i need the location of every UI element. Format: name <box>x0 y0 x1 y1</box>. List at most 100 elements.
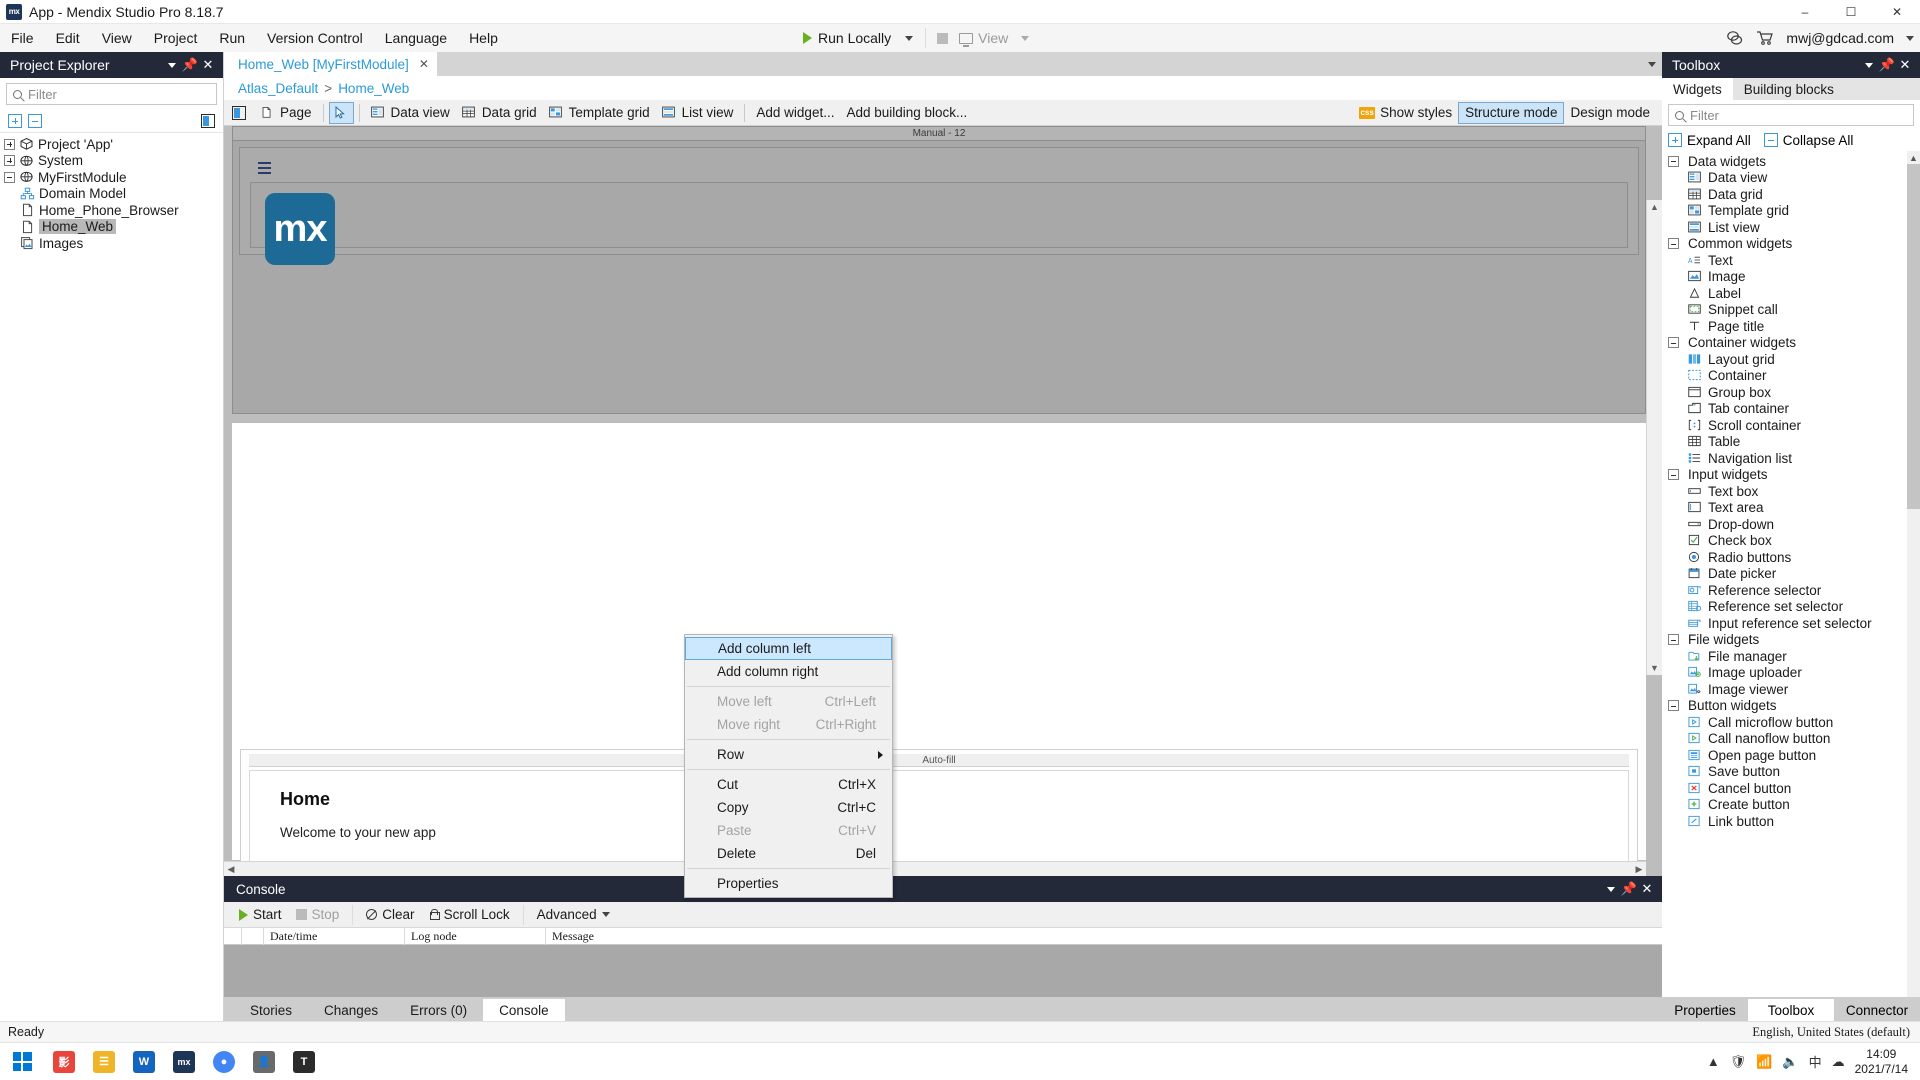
toolbox-filter-input[interactable]: Filter <box>1668 104 1914 126</box>
shopping-cart-icon[interactable] <box>1756 30 1774 46</box>
canvas-horizontal-scrollbar[interactable]: ◀ ▶ <box>224 861 1646 876</box>
breadcrumb-atlas-default[interactable]: Atlas_Default <box>238 81 318 96</box>
toolbox-item-radio-buttons[interactable]: Radio buttons <box>1662 549 1920 566</box>
volume-icon[interactable]: 🔈 <box>1782 1054 1798 1070</box>
toolbox-group-data-widgets[interactable]: Data widgets <box>1662 153 1920 170</box>
ctx-add-column-right[interactable]: Add column right <box>685 660 892 683</box>
toolbox-item-open-page-button[interactable]: Open page button <box>1662 747 1920 764</box>
toolbox-item-image-uploader[interactable]: Image uploader <box>1662 665 1920 682</box>
panel-pin-button[interactable]: 📌 <box>181 55 199 75</box>
collapse-toggle-icon[interactable] <box>1668 156 1679 167</box>
tree-item-home-phone-browser[interactable]: Home_Phone_Browser <box>0 202 223 219</box>
toolbox-item-page-title[interactable]: Page title <box>1662 318 1920 335</box>
taskbar-mendix-app[interactable]: mx <box>164 1043 204 1080</box>
expand-toggle-icon[interactable] <box>4 155 15 166</box>
toolbox-item-input-reference-set-selector[interactable]: Input reference set selector <box>1662 615 1920 632</box>
console-col-datetime[interactable]: Date/time <box>264 928 405 945</box>
toolbox-group-file-widgets[interactable]: File widgets <box>1662 632 1920 649</box>
panel-close-button[interactable]: ✕ <box>1896 55 1914 75</box>
toolbox-widget-list[interactable]: Data widgets Data view Data grid Templat… <box>1662 151 1920 1021</box>
menu-version-control[interactable]: Version Control <box>256 24 374 52</box>
close-button[interactable]: ✕ <box>1874 0 1920 24</box>
tree-item-domain-model[interactable]: Domain Model <box>0 186 223 203</box>
collapse-toggle-icon[interactable] <box>1668 337 1679 348</box>
panel-pin-button[interactable]: 📌 <box>1878 55 1896 75</box>
menu-file[interactable]: File <box>0 24 45 52</box>
taskbar-media-app[interactable]: 影 <box>44 1043 84 1080</box>
console-clear-button[interactable]: Clear <box>359 904 421 926</box>
toolbox-group-button-widgets[interactable]: Button widgets <box>1662 698 1920 715</box>
menu-project[interactable]: Project <box>143 24 209 52</box>
ctx-properties[interactable]: Properties <box>685 872 892 895</box>
tab-widgets[interactable]: Widgets <box>1662 78 1733 100</box>
toolbox-item-text[interactable]: A Text <box>1662 252 1920 269</box>
menu-edit[interactable]: Edit <box>45 24 91 52</box>
toolbox-item-scroll-container[interactable]: Scroll container <box>1662 417 1920 434</box>
canvas-vertical-scrollbar[interactable]: ▲ ▼ <box>1646 200 1662 675</box>
dock-panel-icon[interactable] <box>201 114 215 128</box>
toolbox-item-label[interactable]: Label <box>1662 285 1920 302</box>
grid-column-body[interactable]: Home Welcome to your new app <box>249 770 1629 863</box>
expand-all-button[interactable]: Expand All <box>1668 133 1751 148</box>
account-email[interactable]: mwj@gdcad.com <box>1786 30 1894 46</box>
menu-language[interactable]: Language <box>374 24 458 52</box>
menu-run[interactable]: Run <box>208 24 256 52</box>
breadcrumb-home-web[interactable]: Home_Web <box>338 81 409 96</box>
network-icon[interactable]: 📶 <box>1756 1054 1772 1070</box>
tab-errors[interactable]: Errors (0) <box>394 999 483 1021</box>
toolbox-item-list-view[interactable]: List view <box>1662 219 1920 236</box>
header-container[interactable]: mx <box>239 147 1639 255</box>
page-canvas[interactable]: Manual - 12 mx Auto-fill Home <box>224 126 1662 876</box>
taskbar-clock[interactable]: 14:09 2021/7/14 <box>1855 1047 1908 1077</box>
toolbox-scrollbar[interactable]: ▲ ▼ <box>1907 151 1920 1021</box>
layout-region[interactable]: Manual - 12 mx <box>232 126 1646 414</box>
toolbox-item-tab-container[interactable]: Tab container <box>1662 401 1920 418</box>
taskbar-file-explorer[interactable]: ☰ <box>84 1043 124 1080</box>
cloud-icon[interactable]: ☁ <box>1832 1054 1845 1070</box>
scroll-right-icon[interactable]: ▶ <box>1632 862 1646 876</box>
run-locally-button[interactable]: Run Locally <box>795 26 899 50</box>
toolbox-item-file-manager[interactable]: File manager <box>1662 648 1920 665</box>
ctx-copy[interactable]: Copy Ctrl+C <box>685 796 892 819</box>
tab-properties[interactable]: Properties <box>1662 999 1748 1021</box>
dock-panel-icon[interactable] <box>232 106 246 120</box>
tree-item-system[interactable]: System <box>0 153 223 170</box>
close-icon[interactable]: ✕ <box>419 57 429 71</box>
panel-close-button[interactable]: ✕ <box>199 55 217 75</box>
add-data-grid-button[interactable]: Data grid <box>456 102 543 124</box>
tabstrip-dropdown-button[interactable] <box>1642 52 1662 76</box>
tree-item-myfirstmodule[interactable]: MyFirstModule <box>0 169 223 186</box>
panel-menu-button[interactable] <box>163 55 181 75</box>
collapse-toggle-icon[interactable] <box>1668 238 1679 249</box>
taskbar-wps-app[interactable]: W <box>124 1043 164 1080</box>
scroll-down-icon[interactable]: ▼ <box>1647 661 1662 675</box>
stop-button[interactable] <box>932 26 952 50</box>
console-advanced-button[interactable]: Advanced <box>530 904 617 926</box>
add-template-grid-button[interactable]: Template grid <box>543 102 656 124</box>
panel-menu-button[interactable] <box>1602 879 1620 899</box>
console-col-message[interactable]: Message <box>546 928 1662 945</box>
expand-toggle-icon[interactable] <box>4 139 15 150</box>
toolbox-item-reference-set-selector[interactable]: Reference set selector <box>1662 599 1920 616</box>
add-widget-button[interactable]: Add widget... <box>750 102 840 124</box>
tree-item-home-web[interactable]: Home_Web <box>0 219 223 236</box>
chevron-down-icon[interactable] <box>1906 36 1914 41</box>
toolbox-item-layout-grid[interactable]: Layout grid <box>1662 351 1920 368</box>
collapse-toggle-icon[interactable] <box>1668 700 1679 711</box>
console-col-lognode[interactable]: Log node <box>405 928 546 945</box>
toolbox-item-navigation-list[interactable]: Navigation list <box>1662 450 1920 467</box>
toolbox-item-save-button[interactable]: Save button <box>1662 764 1920 781</box>
toolbox-item-table[interactable]: Table <box>1662 434 1920 451</box>
tab-building-blocks[interactable]: Building blocks <box>1733 78 1845 100</box>
logo-container[interactable]: mx <box>250 182 1628 248</box>
maximize-button[interactable]: ☐ <box>1828 0 1874 24</box>
scroll-up-icon[interactable]: ▲ <box>1907 151 1920 164</box>
collapse-all-icon[interactable] <box>28 114 42 128</box>
collapse-all-button[interactable]: Collapse All <box>1764 133 1854 148</box>
add-data-view-button[interactable]: Data view <box>365 102 456 124</box>
toolbox-item-text-box[interactable]: Text box <box>1662 483 1920 500</box>
page-button[interactable]: Page <box>254 102 318 124</box>
expand-all-icon[interactable] <box>8 114 22 128</box>
chat-bubbles-icon[interactable] <box>1726 30 1744 46</box>
toolbox-item-group-box[interactable]: Group box <box>1662 384 1920 401</box>
